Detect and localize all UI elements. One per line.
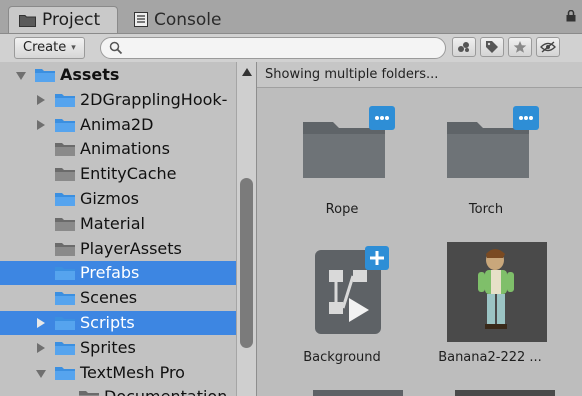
tree-item-scenes[interactable]: Scenes [0, 286, 236, 310]
tag-icon [486, 41, 498, 53]
asset-label: Banana2-222 ... [438, 350, 542, 365]
tree-item-label: EntityCache [80, 164, 177, 184]
folder-icon [54, 290, 76, 306]
asset-label: Torch [468, 202, 504, 217]
tree-item-label: 2DGrapplingHook- [80, 89, 228, 109]
tree-item-textmesh-pro[interactable]: TextMesh Pro [0, 361, 236, 385]
tree-scrollbar[interactable] [236, 62, 256, 396]
folder-icon [54, 166, 76, 182]
tree-item-label: Anima2D [80, 114, 154, 134]
search-input[interactable] [127, 39, 431, 57]
search-icon [109, 41, 123, 55]
tree-item-sprites[interactable]: Sprites [0, 336, 236, 360]
tree-item-gizmos[interactable]: Gizmos [0, 187, 236, 211]
options-badge-icon[interactable] [513, 106, 539, 130]
tree-scrollbar-thumb[interactable] [240, 178, 253, 348]
tree-item-label: Prefabs [80, 263, 140, 283]
folder-icon [19, 14, 36, 27]
folder-icon [54, 241, 76, 257]
scroll-up-icon[interactable] [242, 68, 252, 76]
tree-item-2dgrapplinghook[interactable]: 2DGrapplingHook- [0, 88, 236, 112]
character-sprite-icon [447, 242, 547, 342]
asset-item-torch[interactable]: Torch [427, 98, 545, 228]
folder-icon [54, 315, 76, 331]
folder-icon [54, 141, 76, 157]
hidden-packages-button[interactable] [536, 37, 560, 57]
asset-item-background[interactable]: Background [283, 238, 401, 368]
asset-item-partial [313, 390, 403, 396]
collapse-arrow-icon[interactable] [16, 72, 26, 80]
project-toolbar: Create ▾ [0, 34, 582, 63]
expand-arrow-icon[interactable] [37, 94, 45, 105]
folder-icon [54, 265, 76, 281]
tree-item-label: Documentation [104, 387, 227, 396]
folder-icon [54, 216, 76, 232]
dropdown-caret-icon: ▾ [71, 43, 76, 53]
asset-label: Rope [325, 202, 359, 217]
folder-icon [54, 117, 76, 133]
tree-item-label: Sprites [80, 337, 136, 357]
folder-icon [54, 365, 76, 381]
tree-item-scripts[interactable]: Scripts [0, 311, 236, 335]
tab-project-label: Project [42, 10, 101, 30]
create-button[interactable]: Create ▾ [14, 37, 85, 59]
search-by-label-button[interactable] [480, 37, 504, 57]
expand-arrow-icon[interactable] [37, 318, 45, 328]
folder-tree: Assets 2DGrapplingHook- Anima2D Animations E… [0, 62, 257, 396]
tree-item-documentation[interactable]: Documentation [0, 385, 236, 396]
asset-item-rope[interactable]: Rope [283, 98, 401, 228]
tree-item-anima2d[interactable]: Anima2D [0, 113, 236, 137]
folder-icon [54, 340, 76, 356]
search-by-type-button[interactable] [452, 37, 476, 57]
eye-hidden-icon [540, 41, 556, 53]
tree-item-label: Material [80, 213, 145, 233]
tree-item-animations[interactable]: Animations [0, 137, 236, 161]
folder-icon [34, 67, 56, 83]
tree-item-label: PlayerAssets [80, 238, 182, 258]
tab-bar: Project Console [0, 0, 582, 34]
tree-item-label: TextMesh Pro [80, 362, 185, 382]
tab-console-label: Console [154, 9, 222, 30]
tree-item-label: Gizmos [80, 189, 139, 208]
collapse-arrow-icon[interactable] [36, 369, 46, 378]
expand-arrow-icon[interactable] [37, 119, 45, 130]
favorites-button[interactable] [508, 37, 532, 57]
content-header: Showing multiple folders... [257, 62, 582, 88]
tree-item-prefabs[interactable]: Prefabs [0, 261, 236, 286]
options-badge-icon[interactable] [369, 106, 395, 130]
tree-item-assets[interactable]: Assets [0, 63, 236, 87]
tree-item-label: Animations [80, 139, 170, 159]
tree-item-material[interactable]: Material [0, 212, 236, 236]
assets-grid: Showing multiple folders... Rope Torch B… [257, 62, 582, 396]
folder-icon [54, 92, 76, 108]
tree-item-entitycache[interactable]: EntityCache [0, 162, 236, 186]
lock-icon[interactable] [566, 10, 576, 22]
tree-item-label: Assets [60, 65, 120, 84]
star-icon [513, 41, 527, 53]
folder-icon [54, 191, 76, 207]
asset-item-partial [455, 390, 555, 396]
asset-label: Background [303, 350, 381, 365]
folder-icon [78, 389, 100, 396]
asset-item-banana[interactable]: Banana2-222 ... [427, 238, 547, 368]
create-button-label: Create [23, 40, 67, 55]
tab-console[interactable]: Console [124, 6, 240, 33]
tree-item-label: Scenes [80, 288, 138, 308]
search-field[interactable] [100, 37, 446, 59]
label-icon [458, 42, 469, 52]
add-badge-icon[interactable] [365, 246, 389, 270]
console-icon [134, 12, 148, 27]
expand-arrow-icon[interactable] [37, 342, 45, 353]
tree-item-playerassets[interactable]: PlayerAssets [0, 237, 236, 261]
tab-project[interactable]: Project [8, 6, 118, 33]
tree-item-label: Scripts [80, 313, 135, 332]
